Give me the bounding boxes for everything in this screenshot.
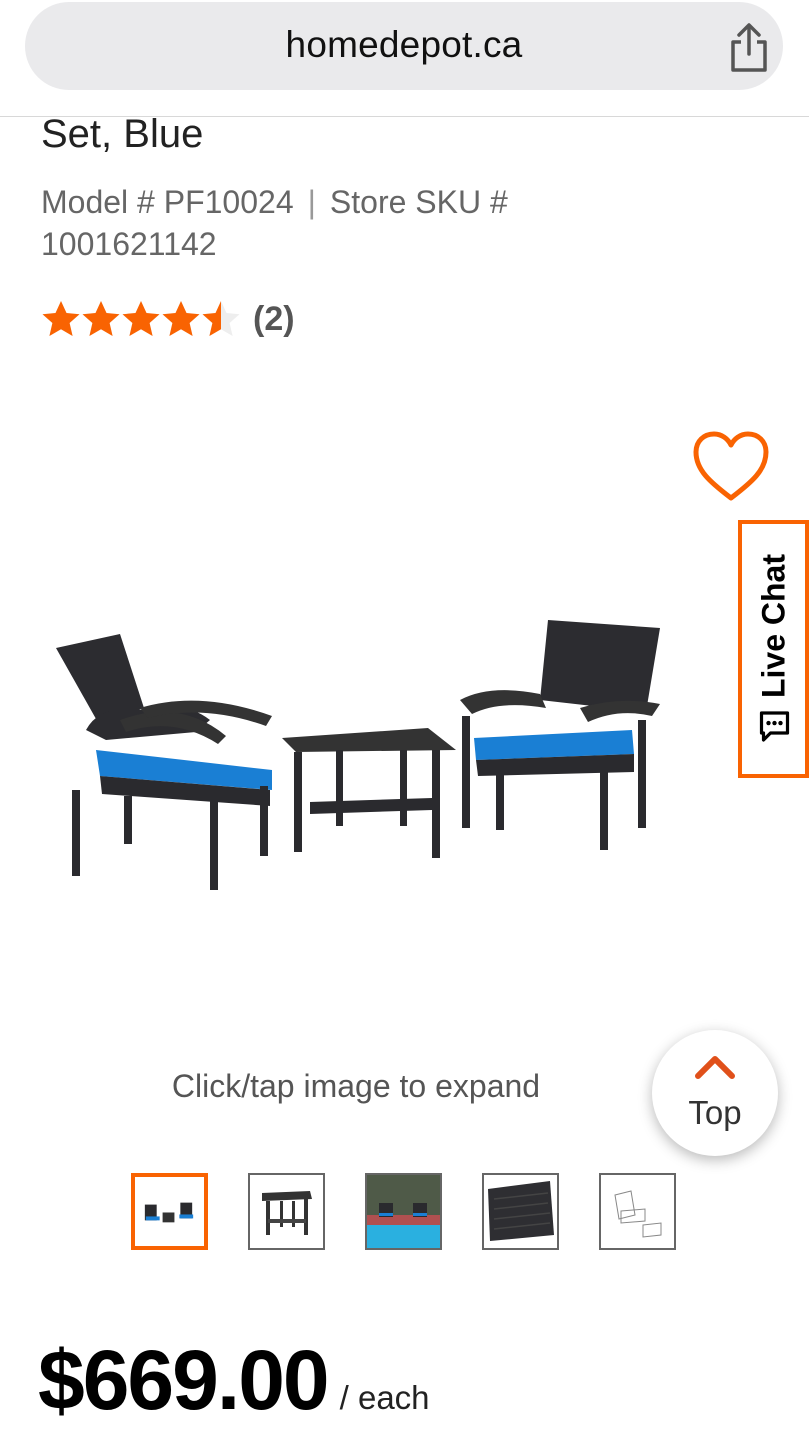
price-block: $669.00 / each: [38, 1332, 430, 1429]
url-text: homedepot.ca: [285, 24, 523, 65]
divider: |: [307, 184, 316, 220]
star-icon: [202, 301, 240, 336]
review-count[interactable]: (2): [253, 300, 295, 339]
thumb-set[interactable]: [131, 1173, 208, 1250]
live-chat-label: Live Chat: [755, 553, 791, 699]
sku-value: 1001621142: [41, 226, 217, 262]
thumb-wicker-detail[interactable]: [482, 1173, 559, 1250]
back-to-top-label: Top: [688, 1094, 742, 1131]
price-unit: / each: [339, 1379, 430, 1416]
thumb-poolside[interactable]: [365, 1173, 442, 1250]
star-icon: [82, 301, 120, 336]
product-image[interactable]: [40, 600, 680, 900]
image-expand-hint: Click/tap image to expand: [171, 1068, 541, 1104]
browser-address-bar: homedepot.ca: [0, 0, 809, 117]
star-icon: [42, 301, 80, 336]
chevron-up-icon: [695, 1056, 735, 1079]
live-chat-button[interactable]: Live Chat: [738, 520, 809, 778]
product-meta: Model # PF10024 | Store SKU #: [41, 184, 508, 221]
star-rating: [41, 299, 241, 339]
back-to-top-button[interactable]: Top: [652, 1030, 778, 1156]
product-title: Set, Blue: [41, 112, 204, 156]
sku-label: Store SKU #: [329, 184, 508, 220]
rating[interactable]: (2): [41, 296, 295, 342]
price: $669.00: [38, 1333, 330, 1427]
chat-icon: [758, 711, 789, 742]
right-chair: [460, 620, 660, 850]
share-icon[interactable]: [725, 22, 773, 74]
heart-icon[interactable]: [690, 428, 772, 504]
star-icon: [122, 301, 160, 336]
image-thumbnails: [131, 1173, 716, 1250]
left-chair: [56, 634, 272, 890]
thumb-table[interactable]: [248, 1173, 325, 1250]
model-number: Model # PF10024: [41, 184, 294, 220]
star-icon: [162, 301, 200, 336]
url-field[interactable]: homedepot.ca: [25, 2, 783, 90]
thumb-sketch[interactable]: [599, 1173, 676, 1250]
side-table: [282, 728, 456, 858]
